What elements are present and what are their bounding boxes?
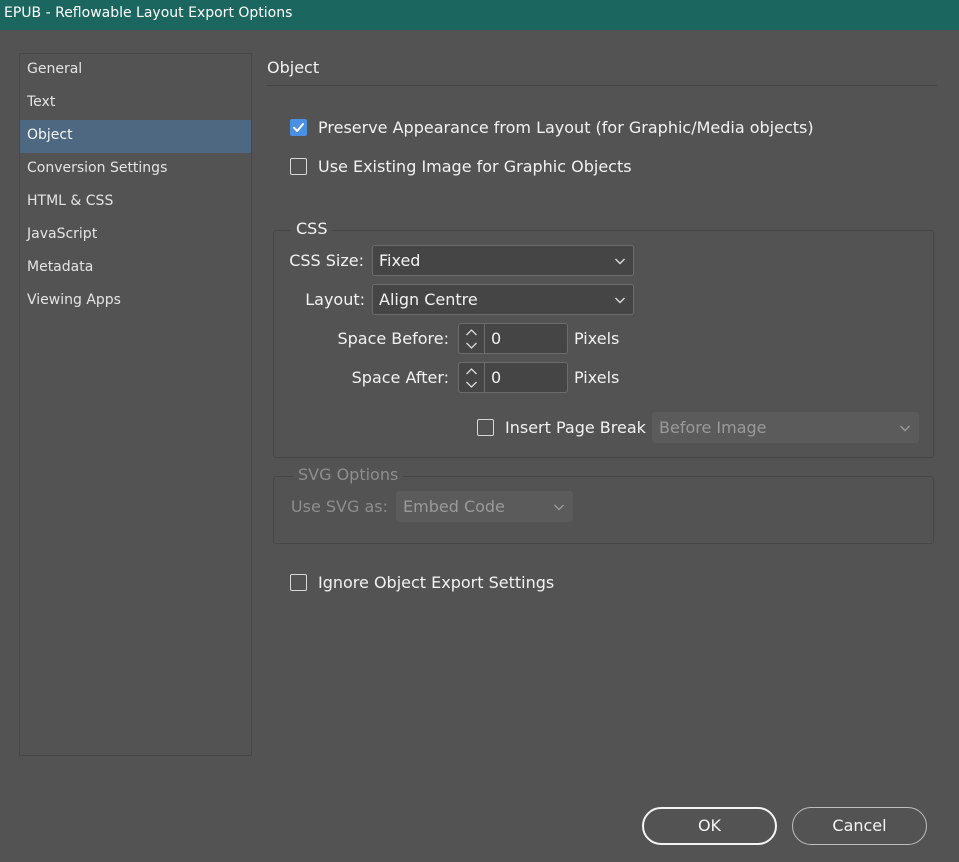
sidebar-item-object[interactable]: Object bbox=[20, 120, 251, 153]
use-svg-as-label: Use SVG as: bbox=[290, 497, 388, 516]
layout-label: Layout: bbox=[305, 290, 365, 309]
chevron-down-icon bbox=[554, 504, 564, 511]
chevron-down-icon bbox=[466, 342, 477, 349]
space-before-label: Space Before: bbox=[337, 329, 449, 348]
page-break-dropdown[interactable]: Before Image bbox=[652, 412, 919, 443]
window-title: EPUB - Reflowable Layout Export Options bbox=[0, 0, 959, 30]
chevron-up-icon bbox=[466, 329, 477, 336]
chevron-up-icon bbox=[466, 368, 477, 375]
space-after-stepper[interactable] bbox=[458, 362, 485, 393]
space-before-stepper[interactable] bbox=[458, 323, 485, 354]
page-break-value: Before Image bbox=[659, 418, 767, 437]
insert-page-break-row[interactable]: Insert Page Break bbox=[477, 418, 646, 437]
title-divider bbox=[267, 85, 937, 86]
sidebar: General Text Object Conversion Settings … bbox=[19, 53, 252, 756]
space-before-input[interactable]: 0 bbox=[485, 323, 568, 354]
use-svg-as-value: Embed Code bbox=[403, 497, 505, 516]
svg-options-legend: SVG Options bbox=[293, 465, 404, 484]
chevron-down-icon bbox=[900, 425, 910, 432]
space-before-unit: Pixels bbox=[574, 329, 620, 348]
chevron-down-icon bbox=[615, 297, 625, 304]
space-after-input[interactable]: 0 bbox=[485, 362, 568, 393]
css-size-value: Fixed bbox=[379, 251, 421, 270]
sidebar-item-text[interactable]: Text bbox=[20, 87, 251, 120]
sidebar-item-html-css[interactable]: HTML & CSS bbox=[20, 186, 251, 219]
sidebar-item-conversion-settings[interactable]: Conversion Settings bbox=[20, 153, 251, 186]
sidebar-item-javascript[interactable]: JavaScript bbox=[20, 219, 251, 252]
ignore-object-export-label: Ignore Object Export Settings bbox=[318, 573, 555, 592]
chevron-down-icon bbox=[466, 381, 477, 388]
layout-value: Align Centre bbox=[379, 290, 478, 309]
sidebar-item-metadata[interactable]: Metadata bbox=[20, 252, 251, 285]
css-size-label: CSS Size: bbox=[289, 251, 364, 270]
layout-dropdown[interactable]: Align Centre bbox=[372, 284, 634, 315]
page-title: Object bbox=[267, 58, 320, 77]
ignore-object-export-row[interactable]: Ignore Object Export Settings bbox=[290, 573, 554, 592]
preserve-appearance-row[interactable]: Preserve Appearance from Layout (for Gra… bbox=[290, 118, 814, 137]
insert-page-break-checkbox[interactable] bbox=[477, 419, 494, 436]
ignore-object-export-checkbox[interactable] bbox=[290, 574, 307, 591]
space-after-label: Space After: bbox=[351, 368, 449, 387]
insert-page-break-label: Insert Page Break bbox=[505, 418, 646, 437]
use-existing-image-label: Use Existing Image for Graphic Objects bbox=[318, 157, 632, 176]
preserve-appearance-checkbox[interactable] bbox=[290, 119, 307, 136]
sidebar-item-viewing-apps[interactable]: Viewing Apps bbox=[20, 285, 251, 318]
css-group-legend: CSS bbox=[291, 219, 333, 238]
use-svg-as-dropdown[interactable]: Embed Code bbox=[396, 491, 573, 522]
sidebar-item-general[interactable]: General bbox=[20, 54, 251, 87]
ok-button[interactable]: OK bbox=[642, 807, 777, 845]
checkmark-icon bbox=[293, 123, 304, 132]
chevron-down-icon bbox=[615, 258, 625, 265]
space-after-unit: Pixels bbox=[574, 368, 620, 387]
use-existing-image-checkbox[interactable] bbox=[290, 158, 307, 175]
preserve-appearance-label: Preserve Appearance from Layout (for Gra… bbox=[318, 118, 814, 137]
cancel-button[interactable]: Cancel bbox=[792, 807, 927, 845]
css-size-dropdown[interactable]: Fixed bbox=[372, 245, 634, 276]
use-existing-image-row[interactable]: Use Existing Image for Graphic Objects bbox=[290, 157, 632, 176]
